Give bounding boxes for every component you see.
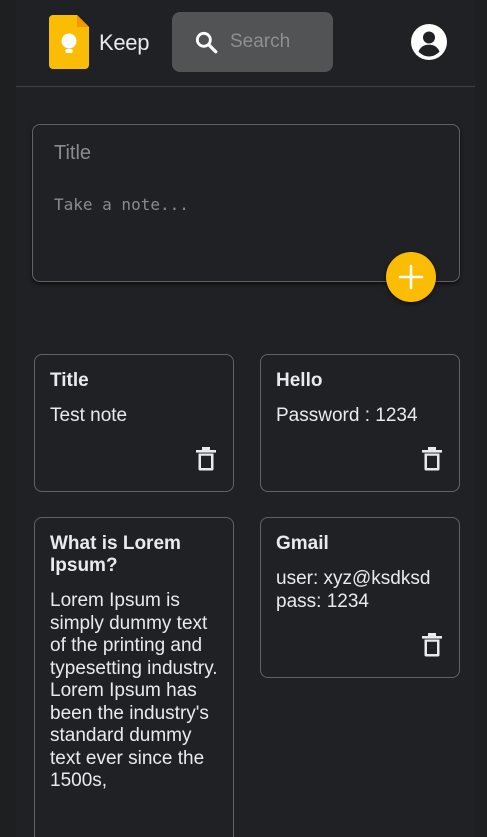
composer-body-input[interactable]: Take a note...	[54, 195, 189, 214]
trash-icon[interactable]	[195, 447, 217, 471]
search-input[interactable]	[230, 28, 326, 56]
note-card[interactable]: What is Lorem Ipsum? Lorem Ipsum is simp…	[34, 517, 234, 837]
keep-logo-icon[interactable]	[49, 14, 91, 70]
note-body: user: xyz@ksdksd pass: 1234	[276, 568, 431, 612]
search-bar[interactable]	[172, 12, 333, 72]
add-note-button[interactable]	[386, 252, 436, 302]
app-name: Keep	[99, 30, 150, 55]
note-card[interactable]: Gmail user: xyz@ksdksd pass: 1234	[260, 517, 460, 678]
plus-icon	[398, 264, 424, 290]
account-circle-icon[interactable]	[410, 23, 448, 61]
note-title: Hello	[276, 370, 323, 391]
note-body: Test note	[50, 405, 128, 426]
note-body: Password : 1234	[276, 405, 418, 426]
note-card[interactable]: Hello Password : 1234	[260, 354, 460, 492]
note-title: Gmail	[276, 533, 329, 554]
header: Keep	[16, 0, 475, 87]
trash-icon[interactable]	[421, 447, 443, 471]
app-frame: Keep Title Take a note... Title Test not…	[16, 0, 475, 837]
note-body: Lorem Ipsum is simply dummy text of the …	[50, 590, 218, 791]
note-title: What is Lorem Ipsum?	[50, 533, 181, 576]
composer-title-input[interactable]: Title	[54, 142, 91, 165]
note-card[interactable]: Title Test note	[34, 354, 234, 492]
trash-icon[interactable]	[421, 633, 443, 657]
note-title: Title	[50, 370, 89, 391]
search-icon[interactable]	[193, 29, 219, 55]
